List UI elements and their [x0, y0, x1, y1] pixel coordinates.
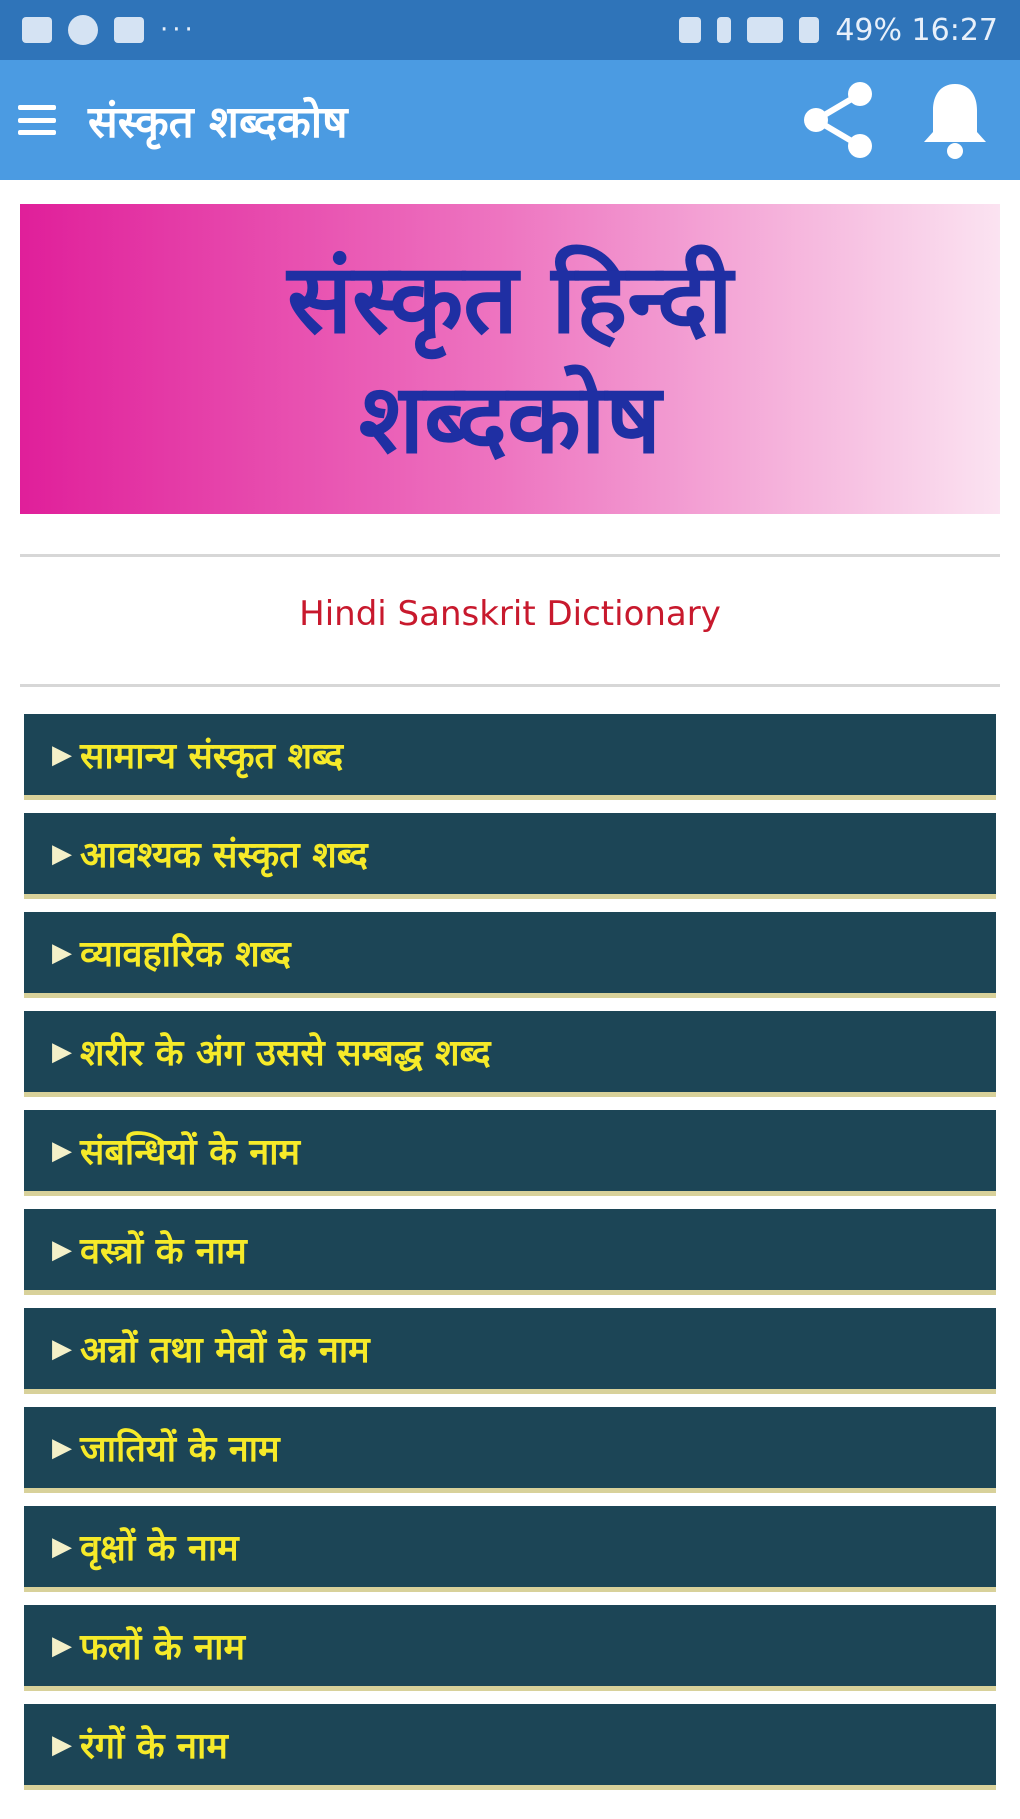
bluetooth-icon	[717, 17, 732, 43]
status-left: ···	[22, 15, 197, 45]
banner-line-2: शब्दकोष	[358, 363, 662, 475]
arrow-right-icon: ▶	[52, 838, 72, 869]
arrow-right-icon: ▶	[52, 1630, 72, 1661]
category-label: रंगों के नाम	[80, 1726, 228, 1767]
divider-top	[20, 554, 1000, 557]
status-text: 49% 16:27	[835, 12, 998, 48]
status-right: 49% 16:27	[679, 13, 998, 48]
arrow-right-icon: ▶	[52, 1135, 72, 1166]
arrow-right-icon: ▶	[52, 739, 72, 770]
category-label: संबन्धियों के नाम	[80, 1132, 301, 1173]
battery-icon	[799, 17, 820, 43]
arrow-right-icon: ▶	[52, 937, 72, 968]
category-item[interactable]: ▶ संबन्धियों के नाम	[24, 1110, 996, 1196]
category-item[interactable]: ▶ फलों के नाम	[24, 1605, 996, 1691]
folder-icon	[114, 17, 144, 43]
category-item[interactable]: ▶ वस्त्रों के नाम	[24, 1209, 996, 1295]
category-label: वस्त्रों के नाम	[80, 1231, 247, 1272]
app-bar: संस्कृत शब्दकोष	[0, 60, 1020, 180]
app-title: संस्कृत शब्दकोष	[88, 97, 348, 148]
banner-line-1: संस्कृत हिन्दी	[287, 243, 733, 355]
category-label: सामान्य संस्कृत शब्द	[80, 736, 344, 777]
gallery-icon	[22, 17, 52, 43]
menu-icon[interactable]	[16, 99, 58, 141]
category-label: जातियों के नाम	[80, 1429, 280, 1470]
arrow-right-icon: ▶	[52, 1531, 72, 1562]
category-label: आवश्यक संस्कृत शब्द	[80, 835, 368, 876]
category-item[interactable]: ▶ सामान्य संस्कृत शब्द	[24, 714, 996, 800]
alarm-icon	[679, 17, 702, 43]
category-item[interactable]: ▶ शरीर के अंग उससे सम्बद्ध शब्द	[24, 1011, 996, 1097]
category-label: अन्नों तथा मेवों के नाम	[80, 1330, 370, 1371]
arrow-right-icon: ▶	[52, 1729, 72, 1760]
category-label: फलों के नाम	[80, 1627, 246, 1668]
category-label: शरीर के अंग उससे सम्बद्ध शब्द	[80, 1033, 491, 1074]
arrow-right-icon: ▶	[52, 1333, 72, 1364]
divider-bottom	[20, 684, 1000, 687]
banner-image: संस्कृत हिन्दी शब्दकोष	[20, 204, 1000, 514]
arrow-right-icon: ▶	[52, 1036, 72, 1067]
category-item[interactable]: ▶ आवश्यक संस्कृत शब्द	[24, 813, 996, 899]
category-label: व्यावहारिक शब्द	[80, 934, 291, 975]
signal-icon	[747, 17, 784, 43]
category-item[interactable]: ▶ वृक्षों के नाम	[24, 1506, 996, 1592]
category-list: ▶ सामान्य संस्कृत शब्द ▶ आवश्यक संस्कृत …	[24, 714, 996, 1803]
more-notifications-icon: ···	[160, 15, 197, 45]
category-item[interactable]: ▶ व्यावहारिक शब्द	[24, 912, 996, 998]
arrow-right-icon: ▶	[52, 1432, 72, 1463]
category-item[interactable]: ▶ अन्नों तथा मेवों के नाम	[24, 1308, 996, 1394]
arrow-right-icon: ▶	[52, 1234, 72, 1265]
category-label: वृक्षों के नाम	[80, 1528, 239, 1569]
share-icon[interactable]	[796, 78, 880, 162]
bell-icon[interactable]	[920, 78, 990, 162]
status-bar: ··· 49% 16:27	[0, 0, 1020, 60]
whatsapp-icon	[68, 15, 98, 45]
app-actions	[796, 78, 1004, 162]
category-item[interactable]: ▶ रंगों के नाम	[24, 1704, 996, 1790]
subtitle: Hindi Sanskrit Dictionary	[299, 594, 721, 634]
category-item[interactable]: ▶ जातियों के नाम	[24, 1407, 996, 1493]
